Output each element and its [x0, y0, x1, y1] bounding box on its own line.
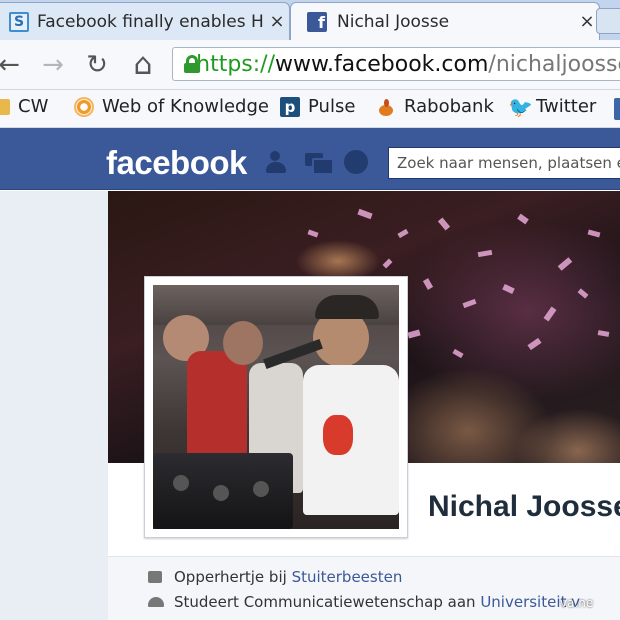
briefcase-icon [148, 571, 162, 583]
facebook-f-icon: f [307, 11, 327, 32]
url-text: https://www.facebook.com/nichaljoosse [196, 51, 620, 77]
left-rail [0, 191, 108, 620]
new-tab-button[interactable] [596, 8, 620, 34]
folder-icon [0, 98, 10, 115]
bookmarks-bar: CW Web of Knowledge p Pulse Rabobank 🐦 T… [0, 90, 620, 128]
profile-picture[interactable] [144, 276, 408, 538]
home-icon[interactable]: ⌂ [126, 50, 160, 80]
messages-icon[interactable] [304, 150, 334, 175]
education-info: Studeert Communicatiewetenschap aan Univ… [148, 593, 580, 611]
pulse-icon: p [280, 96, 300, 117]
back-arrow-icon[interactable]: ← [0, 50, 26, 80]
tab-nichal-joosse[interactable]: f Nichal Joosse × [290, 2, 600, 40]
facebook-logo[interactable]: facebook [106, 144, 247, 182]
bookmark-rabobank[interactable]: Rabobank [376, 96, 494, 117]
search-input[interactable]: Zoek naar mensen, plaatsen e [388, 147, 620, 179]
web-of-knowledge-icon [74, 96, 94, 117]
graduation-cap-icon [148, 597, 164, 607]
employer-link[interactable]: Stuiterbeesten [292, 568, 403, 586]
lock-icon [183, 55, 200, 73]
tab-title: Nichal Joosse [337, 11, 450, 32]
bookmark-web-of-knowledge[interactable]: Web of Knowledge [74, 96, 269, 117]
work-info: Opperhertje bij Stuiterbeesten [148, 568, 402, 586]
tab-facebook-finally[interactable]: S Facebook finally enables H × [0, 2, 290, 40]
rabobank-icon [376, 97, 396, 117]
friend-requests-icon[interactable] [264, 150, 290, 174]
reload-icon[interactable]: ↻ [80, 50, 114, 80]
s-icon: S [9, 11, 29, 32]
bookmark-cw[interactable]: CW [0, 96, 48, 117]
tab-title: Facebook finally enables H [37, 11, 264, 32]
forward-arrow-icon[interactable]: → [36, 50, 70, 80]
bookmark-pulse[interactable]: p Pulse [280, 96, 355, 117]
address-bar[interactable]: https://www.facebook.com/nichaljoosse [172, 47, 620, 81]
bookmark-twitter[interactable]: 🐦 Twitter [508, 96, 596, 117]
facebook-header: facebook Zoek naar mensen, plaatsen e [0, 128, 620, 190]
profile-photo [153, 285, 399, 529]
watermark: va.ne [560, 596, 594, 610]
twitter-bird-icon: 🐦 [508, 94, 533, 119]
profile-name[interactable]: Nichal Joosse [428, 490, 620, 524]
browser-tab-strip: S Facebook finally enables H × f Nichal … [0, 0, 620, 40]
bookmark-icon[interactable] [614, 98, 620, 120]
notifications-globe-icon[interactable] [344, 150, 368, 174]
browser-toolbar: ← → ↻ ⌂ https://www.facebook.com/nichalj… [0, 40, 620, 90]
close-tab-icon[interactable]: × [265, 11, 289, 32]
